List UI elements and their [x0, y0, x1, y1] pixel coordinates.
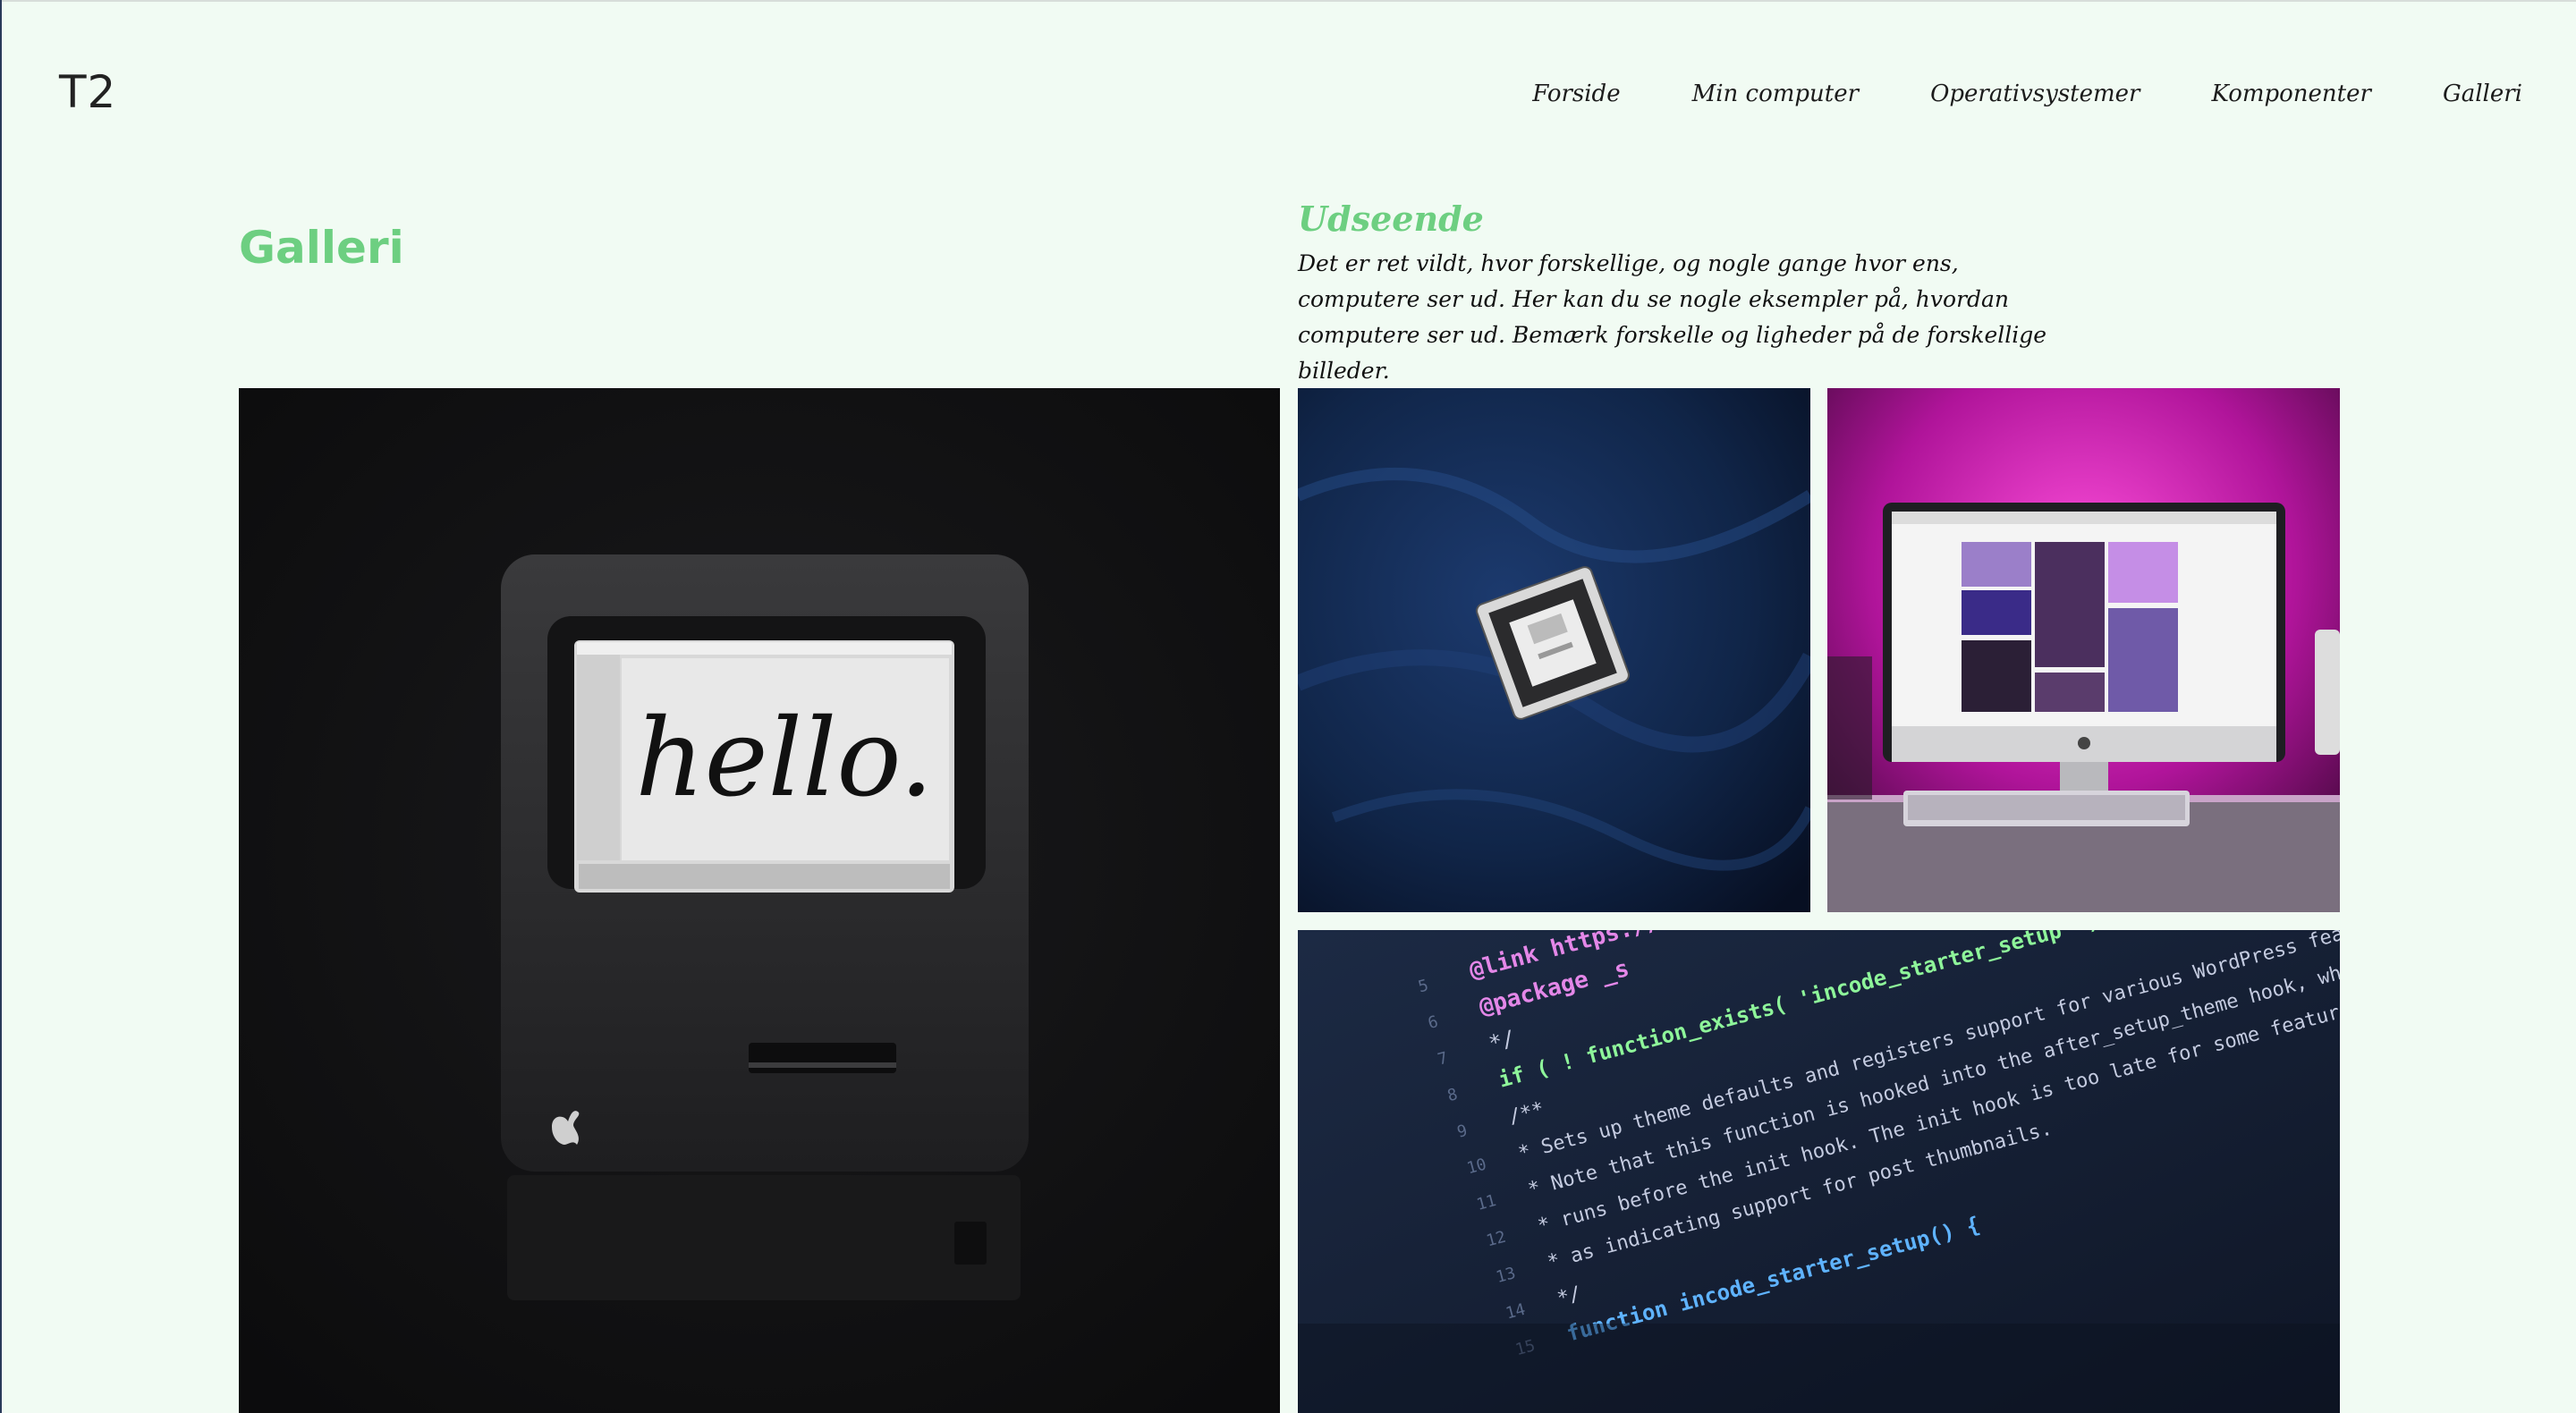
mac-screen-text: hello. [635, 697, 933, 821]
nav-link-galleri[interactable]: Galleri [2443, 80, 2522, 107]
nav-link-min-computer[interactable]: Min computer [1692, 80, 1859, 107]
gallery-image-cpu[interactable] [1298, 388, 1810, 912]
top-border [0, 0, 2576, 2]
section-title: Udseende [1298, 199, 1484, 239]
left-border [0, 0, 2, 1413]
site-logo[interactable]: T2 [59, 66, 116, 118]
nav-link-forside[interactable]: Forside [1532, 80, 1620, 107]
section-text: Det er ret vildt, hvor forskellige, og n… [1298, 250, 2047, 384]
gallery-image-macintosh[interactable]: hello. [239, 388, 1280, 1413]
intro-section: Udseende Det er ret vildt, hvor forskell… [1298, 199, 2067, 389]
nav-link-operativsystemer[interactable]: Operativsystemer [1930, 80, 2140, 107]
page-title: Galleri [239, 222, 404, 274]
gallery-image-imac[interactable] [1827, 388, 2340, 912]
main-nav: Forside Min computer Operativsystemer Ko… [1532, 80, 2522, 107]
gallery-image-code[interactable]: 5 6 7 8 9 10 11 12 13 14 15 @link https:… [1298, 930, 2340, 1413]
nav-link-komponenter[interactable]: Komponenter [2211, 80, 2370, 107]
